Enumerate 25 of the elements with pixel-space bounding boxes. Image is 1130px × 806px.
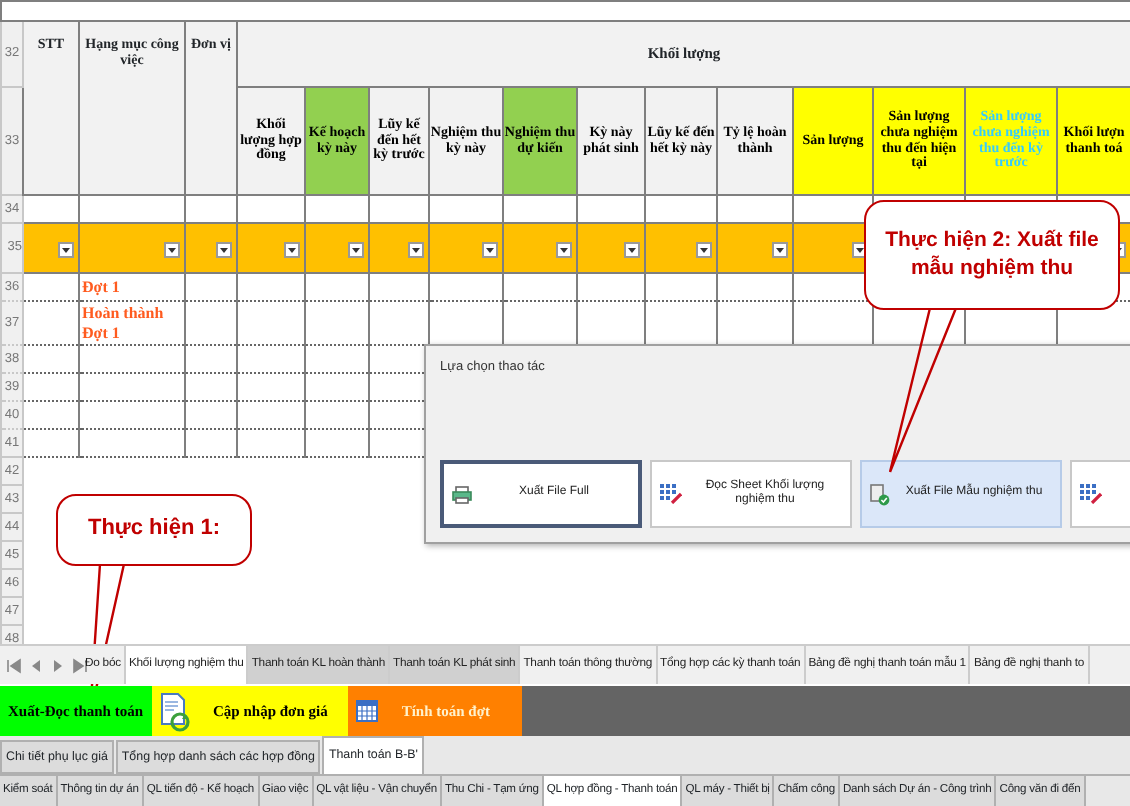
- scroll-first-icon[interactable]: [6, 657, 22, 673]
- grid-pencil-icon: [660, 484, 682, 504]
- printer-icon: [452, 485, 472, 503]
- table-cell: Đợt 1: [79, 273, 185, 301]
- filter-dropdown[interactable]: [408, 242, 424, 258]
- scroll-last-icon[interactable]: [72, 657, 88, 673]
- calendar-icon: [355, 700, 378, 722]
- scroll-left-icon[interactable]: [28, 657, 44, 673]
- filter-dropdown[interactable]: [696, 242, 712, 258]
- filter-dropdown[interactable]: [624, 242, 640, 258]
- filter-dropdown[interactable]: [164, 242, 180, 258]
- document-refresh-icon: [159, 691, 190, 731]
- filter-dropdown[interactable]: [348, 242, 364, 258]
- filter-dropdown[interactable]: [556, 242, 572, 258]
- annotation-tooltip: Thực hiện 2: Xuất file mẫu nghiệm thu: [864, 200, 1120, 310]
- table-cell: Hoàn thành Đợt 1: [79, 301, 185, 346]
- filter-dropdown[interactable]: [772, 242, 788, 258]
- filter-dropdown[interactable]: [284, 242, 300, 258]
- filter-dropdown[interactable]: [482, 242, 498, 258]
- scroll-right-icon[interactable]: [50, 657, 66, 673]
- document-check-icon: [870, 483, 890, 505]
- filter-dropdown[interactable]: [216, 242, 232, 258]
- grid-pencil-icon: [1080, 484, 1102, 504]
- annotation-tooltip: Thực hiện 1:: [56, 494, 252, 566]
- filter-dropdown[interactable]: [58, 242, 74, 258]
